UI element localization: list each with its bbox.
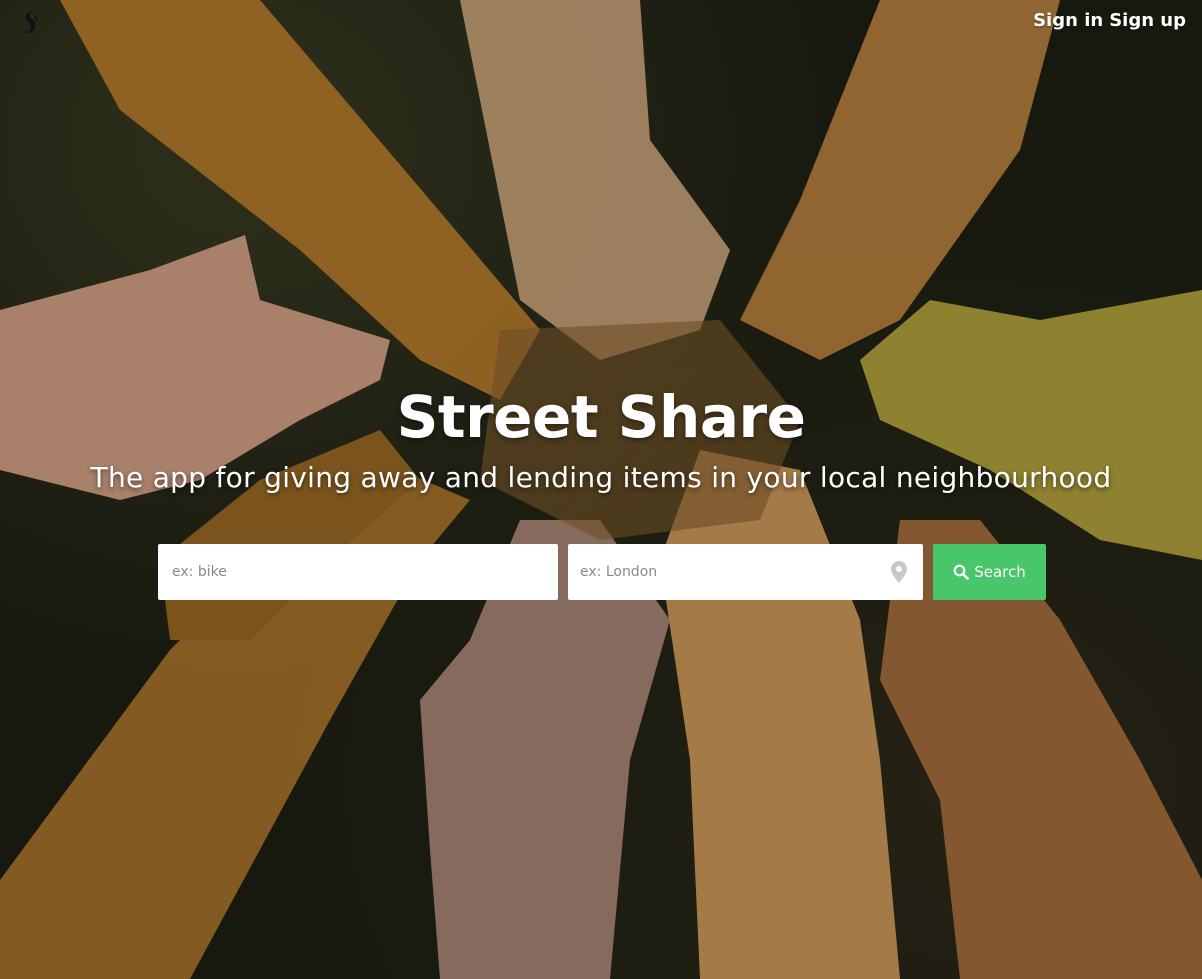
sign-up-link[interactable]: Sign up (1109, 10, 1186, 31)
top-nav: Sign in Sign up (1033, 10, 1186, 31)
search-button-label: Search (974, 563, 1026, 581)
page-title: Street Share (396, 383, 806, 451)
search-button[interactable]: Search (933, 544, 1046, 600)
hero-section: Sign in Sign up Street Share The app for… (0, 0, 1202, 979)
street-share-logo-icon[interactable] (22, 8, 42, 36)
item-search-input[interactable] (158, 544, 558, 600)
location-field (568, 544, 923, 600)
location-search-input[interactable] (568, 544, 878, 600)
page-subtitle: The app for giving away and lending item… (90, 461, 1112, 494)
sign-in-link[interactable]: Sign in (1033, 10, 1103, 31)
map-pin-icon (891, 561, 907, 583)
search-icon (953, 564, 970, 580)
